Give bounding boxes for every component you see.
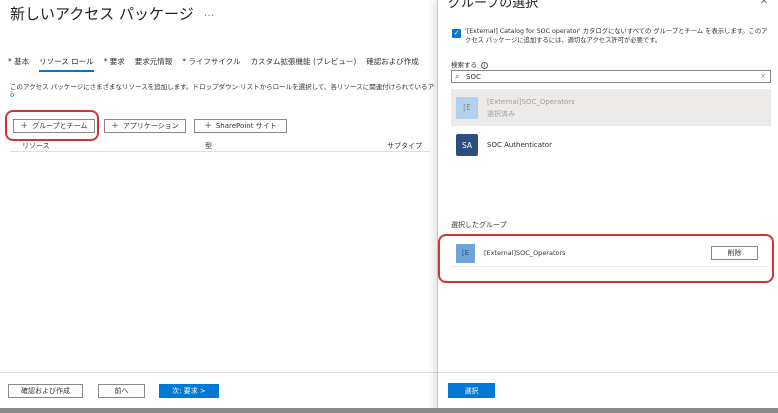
next-button[interactable]: 次: 要求 > xyxy=(159,384,219,398)
panel-title: グループの選択 xyxy=(448,0,539,11)
tab-custom-extensions[interactable]: カスタム拡張機能 (プレビュー) xyxy=(251,56,357,72)
review-create-button[interactable]: 確認および作成 xyxy=(8,384,83,398)
column-header-type[interactable]: 型 xyxy=(205,141,212,151)
window-bottom-border xyxy=(0,408,778,413)
result-name: [External]SOC_Operators 選択済み xyxy=(487,96,575,120)
previous-button[interactable]: 前へ xyxy=(98,384,145,398)
add-sharepoint-label: SharePoint サイト xyxy=(215,122,277,130)
add-applications-button[interactable]: + アプリケーション xyxy=(104,119,186,133)
search-label: 検索する i xyxy=(451,59,488,69)
checkbox-label: '[External] Catalog for SOC operator' カタ… xyxy=(465,28,768,44)
add-sharepoint-button[interactable]: + SharePoint サイト xyxy=(194,119,287,133)
tab-resource-roles[interactable]: リソース ロール xyxy=(39,56,94,72)
highlight-annotation xyxy=(438,234,774,283)
footer-divider xyxy=(0,372,437,373)
more-options-icon[interactable]: ··· xyxy=(204,9,215,22)
tab-requestor-info[interactable]: 要求元情報 xyxy=(135,56,173,72)
search-result-item[interactable]: SA SOC Authenticator xyxy=(451,132,771,158)
add-applications-label: アプリケーション xyxy=(122,122,179,130)
search-input[interactable] xyxy=(466,71,756,82)
tab-review-create[interactable]: 確認および作成 xyxy=(366,56,419,72)
select-groups-panel: グループの選択 ✕ ✓ '[External] Catalog for SOC … xyxy=(437,0,778,413)
group-avatar: [E xyxy=(456,96,478,119)
plus-icon: + xyxy=(111,121,119,131)
info-icon[interactable]: i xyxy=(481,61,488,69)
wizard-tabs: * 基本 リソース ロール * 要求 要求元情報 * ライフサイクル カスタム拡… xyxy=(8,56,429,72)
panel-footer-divider xyxy=(438,372,778,373)
plus-icon: + xyxy=(204,121,212,131)
page-title-text: 新しいアクセス パッケージ xyxy=(10,5,194,23)
selected-groups-header: 選択したグループ xyxy=(451,221,507,229)
result-name-text: SOC Authenticator xyxy=(487,141,552,149)
page-title: 新しいアクセス パッケージ ··· xyxy=(10,3,214,24)
highlight-annotation xyxy=(5,110,99,141)
tab-requests[interactable]: * 要求 xyxy=(104,56,125,72)
group-avatar: SA xyxy=(456,134,478,156)
description-text: このアクセス パッケージにさまざまなリソースを追加します。ドロップダウン リスト… xyxy=(10,83,435,91)
select-button[interactable]: 選択 xyxy=(448,383,495,398)
column-header-resource[interactable]: リソース xyxy=(22,141,50,151)
search-icon: ⌕ xyxy=(455,72,460,81)
column-header-subtype[interactable]: サブタイプ xyxy=(387,141,422,151)
search-result-item[interactable]: [E [External]SOC_Operators 選択済み xyxy=(451,89,771,126)
tab-basics[interactable]: * 基本 xyxy=(8,56,29,72)
result-status: 選択済み xyxy=(487,109,515,118)
search-box[interactable]: ⌕ × xyxy=(451,70,771,83)
learn-more-link-icon[interactable]: ö xyxy=(10,91,14,99)
result-name-text: [External]SOC_Operators xyxy=(487,97,575,106)
close-icon[interactable]: ✕ xyxy=(760,0,768,7)
search-label-text: 検索する xyxy=(451,61,477,69)
tab-lifecycle[interactable]: * ライフサイクル xyxy=(182,56,240,72)
show-all-checkbox[interactable]: ✓ xyxy=(452,29,461,38)
clear-icon[interactable]: × xyxy=(760,71,766,82)
table-divider xyxy=(10,151,430,152)
